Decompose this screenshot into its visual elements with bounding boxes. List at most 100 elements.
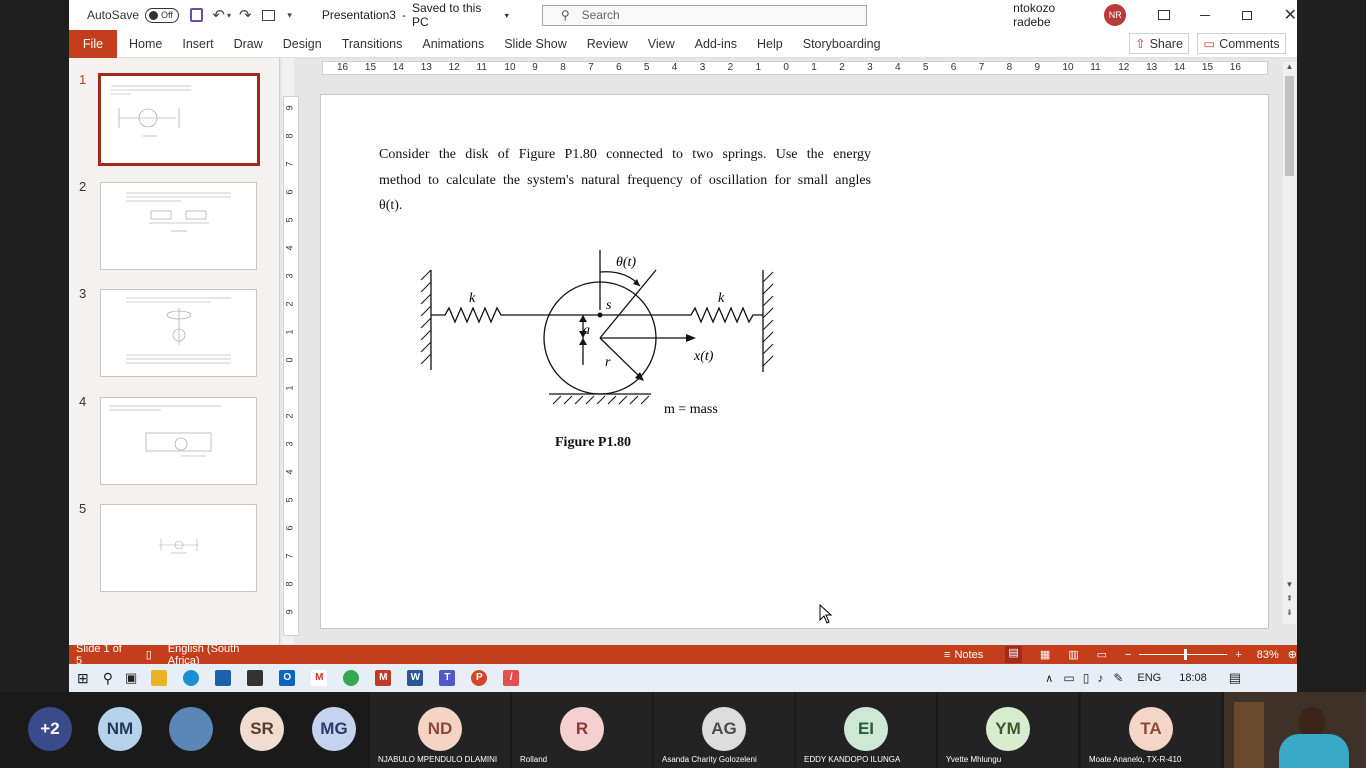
participant-tile[interactable]: +2 <box>20 692 80 768</box>
fit-to-window-icon[interactable]: ⊕ <box>1288 648 1297 661</box>
tab-review[interactable]: Review <box>577 30 638 58</box>
document-title[interactable]: Presentation3 <box>322 8 396 22</box>
save-status-chevron-icon[interactable]: ▾ <box>505 11 509 20</box>
slide-thumbnail-2[interactable] <box>100 182 257 270</box>
reading-view-icon[interactable]: ▥ <box>1068 648 1078 661</box>
tab-help[interactable]: Help <box>747 30 793 58</box>
next-slide-icon[interactable]: ⇟ <box>1283 608 1296 621</box>
slide-canvas[interactable]: Consider the disk of Figure P1.80 connec… <box>320 94 1269 629</box>
participant-tile[interactable]: SR <box>232 692 292 768</box>
scroll-thumb[interactable] <box>1285 76 1294 176</box>
teams-icon[interactable]: T <box>439 670 456 686</box>
participant-tile[interactable]: R Rolland <box>512 692 652 768</box>
tab-storyboarding[interactable]: Storyboarding <box>793 30 891 58</box>
tab-slide-show[interactable]: Slide Show <box>494 30 577 58</box>
volume-icon[interactable]: ♪ <box>1097 671 1103 685</box>
battery-icon[interactable]: ▯ <box>1083 671 1090 685</box>
restore-icon[interactable] <box>1241 10 1252 20</box>
notification-icon[interactable]: ▤ <box>1229 670 1241 686</box>
search-box[interactable]: ⚲ Search <box>541 4 868 26</box>
tab-animations[interactable]: Animations <box>412 30 494 58</box>
participant-tile[interactable]: MG <box>304 692 364 768</box>
present-icon[interactable] <box>261 9 276 21</box>
notes-icon[interactable]: ≡ <box>944 649 950 661</box>
word-icon[interactable]: W <box>407 670 424 686</box>
undo-dropdown-icon[interactable]: ▾ <box>227 11 231 20</box>
participant-name: NJABULO MPENDULO DLAMINI <box>378 755 498 764</box>
tab-view[interactable]: View <box>638 30 685 58</box>
slide-thumbnail-5[interactable] <box>100 504 257 592</box>
customize-qat-icon[interactable]: ▾ <box>287 10 292 21</box>
gmail-icon[interactable]: M <box>311 670 328 686</box>
ribbon-display-icon[interactable] <box>1158 10 1170 20</box>
chrome-icon[interactable] <box>343 670 360 686</box>
thumbnail-number: 4 <box>79 394 87 409</box>
zoom-slider[interactable] <box>1139 649 1228 660</box>
zoom-out-icon[interactable]: − <box>1125 649 1131 661</box>
slideshow-icon[interactable]: ▭ <box>1097 648 1107 661</box>
slide-thumbnail-3[interactable] <box>100 289 257 377</box>
tab-insert[interactable]: Insert <box>172 30 223 58</box>
scroll-down-icon[interactable]: ▼ <box>1283 580 1296 593</box>
search-icon[interactable]: ⚲ <box>103 670 113 687</box>
redo-icon[interactable]: ↷ <box>239 6 252 24</box>
vertical-scrollbar[interactable]: ▲ ▼ ⇞ ⇟ <box>1283 62 1296 624</box>
outlook-icon[interactable]: O <box>279 670 296 686</box>
undo-icon[interactable]: ↶ <box>212 6 225 24</box>
close-icon[interactable]: ✕ <box>1284 5 1297 25</box>
user-name[interactable]: ntokozo radebe <box>1013 1 1094 29</box>
comments-button[interactable]: ▭ Comments <box>1197 33 1286 54</box>
zoom-in-icon[interactable]: + <box>1235 649 1241 661</box>
search-input[interactable]: Search <box>582 8 620 22</box>
clock[interactable]: 18:08 <box>1179 672 1207 684</box>
language-indicator[interactable]: ENG <box>1137 672 1161 684</box>
file-explorer-icon[interactable] <box>151 670 168 686</box>
autosave-toggle[interactable]: Off <box>145 7 179 23</box>
slide-text-box[interactable]: Consider the disk of Figure P1.80 connec… <box>379 142 871 219</box>
powerpoint-icon[interactable]: P <box>471 670 488 686</box>
slide-sorter-icon[interactable]: ▦ <box>1040 648 1050 661</box>
scroll-up-icon[interactable]: ▲ <box>1283 62 1296 75</box>
tab-file[interactable]: File <box>69 29 117 58</box>
zoom-thumb[interactable] <box>1184 649 1188 660</box>
spelling-icon[interactable]: ▯ <box>146 648 152 661</box>
start-windows-icon[interactable]: ⊞ <box>77 670 89 687</box>
matlab-icon[interactable]: M <box>375 670 392 686</box>
figure-diagram[interactable] <box>411 250 791 430</box>
search-icon: ⚲ <box>560 8 570 22</box>
slide-thumbnail-1[interactable] <box>98 73 260 166</box>
task-view-icon[interactable]: ▣ <box>125 670 137 686</box>
tray-chevron-icon[interactable]: ∧ <box>1045 672 1053 685</box>
normal-view-icon[interactable]: ▤ <box>1005 646 1022 663</box>
minimize-icon[interactable] <box>1199 14 1210 16</box>
participant-tile[interactable]: EI EDDY KANDOPO ILUNGA <box>796 692 936 768</box>
save-icon[interactable] <box>189 8 204 22</box>
share-button[interactable]: ⇧ Share <box>1129 33 1189 54</box>
notes-button[interactable]: Notes <box>954 649 983 661</box>
slide-thumbnail-4[interactable] <box>100 397 257 485</box>
edge-browser-icon[interactable] <box>183 670 200 686</box>
mail-icon[interactable] <box>215 670 232 686</box>
tab-transitions[interactable]: Transitions <box>332 30 413 58</box>
participant-tile[interactable]: TA Moate Ananelo, TX-R-410 <box>1081 692 1221 768</box>
tab-add-ins[interactable]: Add-ins <box>685 30 747 58</box>
network-icon[interactable]: ▭ <box>1063 671 1074 685</box>
tab-home[interactable]: Home <box>119 30 172 58</box>
participant-tile[interactable]: ND NJABULO MPENDULO DLAMINI <box>370 692 510 768</box>
language-indicator[interactable]: English (South Africa) <box>168 643 271 667</box>
save-status[interactable]: Saved to this PC <box>412 1 500 29</box>
pdf-app-icon[interactable]: / <box>503 670 520 686</box>
tab-draw[interactable]: Draw <box>224 30 273 58</box>
participant-tile[interactable]: NM <box>90 692 150 768</box>
previous-slide-icon[interactable]: ⇞ <box>1283 594 1296 607</box>
zoom-level[interactable]: 83% <box>1257 649 1279 661</box>
participant-tile[interactable]: AG Asanda Charity Golozeleni <box>654 692 794 768</box>
pen-icon[interactable]: ✎ <box>1113 671 1123 685</box>
tab-design[interactable]: Design <box>273 30 332 58</box>
ruler-label: 0 <box>284 357 295 363</box>
participant-tile[interactable]: YM Yvette Mhlungu <box>938 692 1078 768</box>
avatar[interactable]: NR <box>1104 4 1127 26</box>
participant-tile[interactable] <box>161 692 221 768</box>
store-icon[interactable] <box>247 670 264 686</box>
figure-label-mass: m = mass <box>664 402 718 417</box>
